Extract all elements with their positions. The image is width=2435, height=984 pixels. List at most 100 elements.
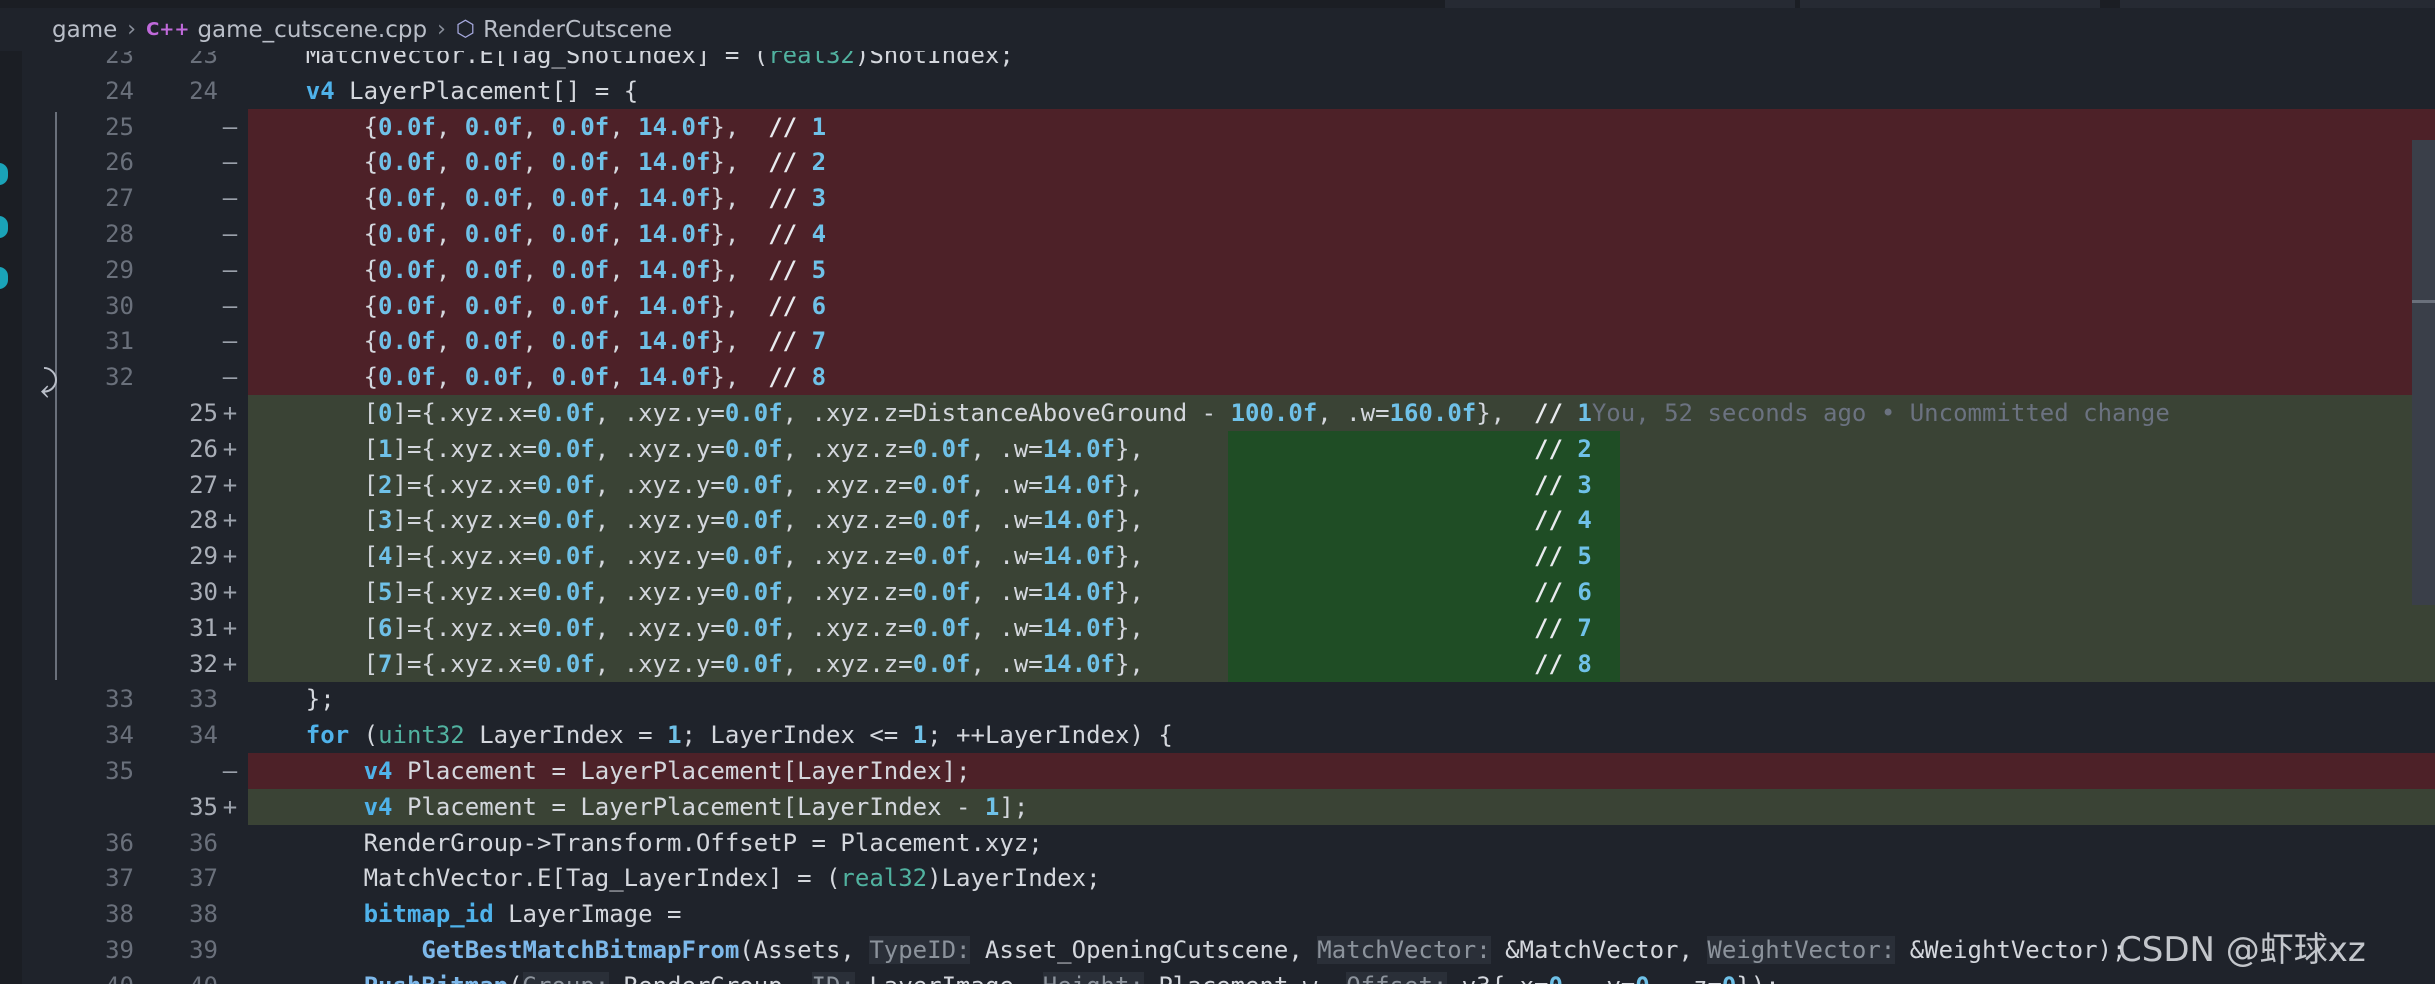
added-line[interactable]: 32 + [7]={.xyz.x=0.0f, .xyz.y=0.0f, .xyz.… bbox=[0, 645, 2435, 682]
added-marker-icon: + bbox=[222, 470, 238, 499]
added-line[interactable]: 27 + [2]={.xyz.x=0.0f, .xyz.y=0.0f, .xyz.… bbox=[0, 466, 2435, 503]
code-text[interactable]: [7]={.xyz.x=0.0f, .xyz.y=0.0f, .xyz.z=0.… bbox=[248, 646, 1592, 682]
code-text[interactable]: PushBitmap(Group: RenderGroup, ID: Layer… bbox=[248, 968, 1780, 984]
git-blame-annotation: You, 52 seconds ago • Uncommitted change bbox=[1591, 399, 2170, 427]
modified-line-number: 26 bbox=[189, 434, 218, 463]
original-line-number: 27 bbox=[105, 184, 134, 213]
modified-line-number: 29 bbox=[189, 542, 218, 571]
original-line-number: 24 bbox=[105, 76, 134, 105]
code-text[interactable]: [3]={.xyz.x=0.0f, .xyz.y=0.0f, .xyz.z=0.… bbox=[248, 502, 1592, 538]
code-line[interactable]: 23 23 MatchVector.E[Tag_ShotIndex] = (rea… bbox=[0, 51, 2435, 73]
vertical-scrollbar[interactable] bbox=[2412, 140, 2435, 605]
original-line-number: 28 bbox=[105, 220, 134, 248]
added-line[interactable]: 26 + [1]={.xyz.x=0.0f, .xyz.y=0.0f, .xyz.… bbox=[0, 430, 2435, 467]
watermark: CSDN @虾球xz bbox=[2118, 930, 2366, 970]
original-line-number: 39 bbox=[105, 936, 134, 964]
original-line-number: 29 bbox=[105, 255, 134, 284]
removed-marker-icon: — bbox=[222, 255, 238, 284]
code-line[interactable]: 24 24 v4 LayerPlacement[] = { bbox=[0, 73, 2435, 109]
deleted-line[interactable]: 25 — {0.0f, 0.0f, 0.0f, 14.0f}, // 1 bbox=[0, 108, 2435, 145]
code-text[interactable]: MatchVector.E[Tag_ShotIndex] = (real32)S… bbox=[248, 51, 1014, 73]
added-marker-icon: + bbox=[222, 649, 238, 678]
original-line-number: 33 bbox=[105, 685, 134, 714]
added-line[interactable]: 29 + [4]={.xyz.x=0.0f, .xyz.y=0.0f, .xyz.… bbox=[0, 538, 2435, 575]
code-text[interactable]: {0.0f, 0.0f, 0.0f, 14.0f}, // 2 bbox=[248, 144, 826, 180]
modified-line-number: 34 bbox=[189, 721, 218, 750]
code-text[interactable]: v4 LayerPlacement[] = { bbox=[248, 73, 638, 109]
original-line-number: 30 bbox=[105, 291, 134, 320]
modified-line-number: 27 bbox=[189, 470, 218, 499]
original-line-number: 36 bbox=[105, 828, 134, 857]
code-text[interactable]: v4 Placement = LayerPlacement[LayerIndex… bbox=[248, 789, 1029, 825]
code-line[interactable]: 36 36 RenderGroup->Transform.OffsetP = Pl… bbox=[0, 825, 2435, 861]
removed-marker-icon: — bbox=[222, 363, 238, 392]
removed-marker-icon: — bbox=[222, 148, 238, 177]
code-text[interactable]: {0.0f, 0.0f, 0.0f, 14.0f}, // 4 bbox=[248, 216, 826, 252]
code-text[interactable]: {0.0f, 0.0f, 0.0f, 14.0f}, // 8 bbox=[248, 359, 826, 395]
removed-marker-icon: — bbox=[222, 220, 238, 248]
code-line[interactable]: 40 40 PushBitmap(Group: RenderGroup, ID: … bbox=[0, 968, 2435, 984]
removed-marker-icon: — bbox=[222, 112, 238, 141]
original-line-number: 34 bbox=[105, 721, 134, 750]
deleted-line[interactable]: 29 — {0.0f, 0.0f, 0.0f, 14.0f}, // 5 bbox=[0, 251, 2435, 288]
removed-marker-icon: — bbox=[222, 327, 238, 356]
code-text[interactable]: [2]={.xyz.x=0.0f, .xyz.y=0.0f, .xyz.z=0.… bbox=[248, 467, 1592, 503]
symbol-method-icon: ⬡ bbox=[455, 17, 476, 42]
deleted-line[interactable]: 31 — {0.0f, 0.0f, 0.0f, 14.0f}, // 7 bbox=[0, 323, 2435, 360]
code-text[interactable]: [1]={.xyz.x=0.0f, .xyz.y=0.0f, .xyz.z=0.… bbox=[248, 431, 1592, 467]
code-text[interactable]: GetBestMatchBitmapFrom(Assets, TypeID: A… bbox=[248, 932, 2126, 968]
modified-line-number: 28 bbox=[189, 506, 218, 535]
code-text[interactable]: {0.0f, 0.0f, 0.0f, 14.0f}, // 7 bbox=[248, 323, 826, 359]
code-text[interactable]: }; bbox=[248, 681, 335, 717]
modified-line-number: 23 bbox=[189, 51, 218, 69]
original-line-number: 32 bbox=[105, 363, 134, 392]
code-text[interactable]: {0.0f, 0.0f, 0.0f, 14.0f}, // 3 bbox=[248, 180, 826, 216]
deleted-line[interactable]: 32 — {0.0f, 0.0f, 0.0f, 14.0f}, // 8 bbox=[0, 359, 2435, 396]
original-line-number: 35 bbox=[105, 757, 134, 785]
added-marker-icon: + bbox=[222, 434, 238, 463]
code-text[interactable]: {0.0f, 0.0f, 0.0f, 14.0f}, // 6 bbox=[248, 288, 826, 324]
code-text[interactable]: {0.0f, 0.0f, 0.0f, 14.0f}, // 1 bbox=[248, 109, 826, 145]
cpp-file-icon: C++ bbox=[146, 19, 190, 40]
breadcrumb-file[interactable]: game_cutscene.cpp bbox=[197, 17, 427, 43]
added-line[interactable]: 25 + [0]={.xyz.x=0.0f, .xyz.y=0.0f, .xyz.… bbox=[0, 395, 2435, 431]
code-text[interactable]: v4 Placement = LayerPlacement[LayerIndex… bbox=[248, 753, 971, 789]
diff-editor[interactable]: 23 23 MatchVector.E[Tag_ShotIndex] = (rea… bbox=[0, 51, 2435, 984]
code-line[interactable]: 34 34 for (uint32 LayerIndex = 1; LayerIn… bbox=[0, 717, 2435, 753]
code-line[interactable]: 37 37 MatchVector.E[Tag_LayerIndex] = (re… bbox=[0, 860, 2435, 896]
code-text[interactable]: MatchVector.E[Tag_LayerIndex] = (real32)… bbox=[248, 860, 1101, 896]
modified-line-number: 33 bbox=[189, 685, 218, 714]
breadcrumb-folder[interactable]: game bbox=[52, 17, 117, 43]
code-text[interactable]: [6]={.xyz.x=0.0f, .xyz.y=0.0f, .xyz.z=0.… bbox=[248, 610, 1592, 646]
modified-line-number: 32 bbox=[189, 649, 218, 678]
code-text[interactable]: [4]={.xyz.x=0.0f, .xyz.y=0.0f, .xyz.z=0.… bbox=[248, 538, 1592, 574]
removed-marker-icon: — bbox=[222, 291, 238, 320]
deleted-line[interactable]: 35 — v4 Placement = LayerPlacement[LayerI… bbox=[0, 753, 2435, 789]
added-line[interactable]: 31 + [6]={.xyz.x=0.0f, .xyz.y=0.0f, .xyz.… bbox=[0, 609, 2435, 646]
scrollbar-marker bbox=[2412, 300, 2435, 303]
code-line[interactable]: 39 39 GetBestMatchBitmapFrom(Assets, Type… bbox=[0, 932, 2435, 968]
added-line[interactable]: 28 + [3]={.xyz.x=0.0f, .xyz.y=0.0f, .xyz.… bbox=[0, 502, 2435, 539]
top-tab-strip bbox=[0, 0, 2435, 8]
modified-line-number: 25 bbox=[189, 399, 218, 427]
deleted-line[interactable]: 26 — {0.0f, 0.0f, 0.0f, 14.0f}, // 2 bbox=[0, 144, 2435, 181]
code-text[interactable]: [5]={.xyz.x=0.0f, .xyz.y=0.0f, .xyz.z=0.… bbox=[248, 574, 1592, 610]
code-text[interactable]: for (uint32 LayerIndex = 1; LayerIndex <… bbox=[248, 717, 1173, 753]
chevron-right-icon: › bbox=[127, 17, 137, 42]
added-line[interactable]: 30 + [5]={.xyz.x=0.0f, .xyz.y=0.0f, .xyz.… bbox=[0, 574, 2435, 610]
code-line[interactable]: 38 38 bitmap_id LayerImage = bbox=[0, 896, 2435, 932]
code-text[interactable]: bitmap_id LayerImage = bbox=[248, 896, 682, 932]
modified-line-number: 24 bbox=[189, 76, 218, 105]
modified-line-number: 40 bbox=[172, 968, 218, 984]
breadcrumb-symbol[interactable]: RenderCutscene bbox=[483, 17, 672, 43]
original-line-number: 31 bbox=[105, 327, 134, 356]
code-line[interactable]: 33 33 }; bbox=[0, 681, 2435, 717]
code-text[interactable]: RenderGroup->Transform.OffsetP = Placeme… bbox=[248, 825, 1043, 861]
deleted-line[interactable]: 30 — {0.0f, 0.0f, 0.0f, 14.0f}, // 6 bbox=[0, 287, 2435, 324]
deleted-line[interactable]: 28 — {0.0f, 0.0f, 0.0f, 14.0f}, // 4 bbox=[0, 216, 2435, 252]
added-line[interactable]: 35 + v4 Placement = LayerPlacement[LayerI… bbox=[0, 788, 2435, 825]
code-text[interactable]: [0]={.xyz.x=0.0f, .xyz.y=0.0f, .xyz.z=Di… bbox=[248, 395, 2170, 431]
deleted-line[interactable]: 27 — {0.0f, 0.0f, 0.0f, 14.0f}, // 3 bbox=[0, 180, 2435, 217]
code-text[interactable]: {0.0f, 0.0f, 0.0f, 14.0f}, // 5 bbox=[248, 252, 826, 288]
added-marker-icon: + bbox=[222, 792, 238, 821]
